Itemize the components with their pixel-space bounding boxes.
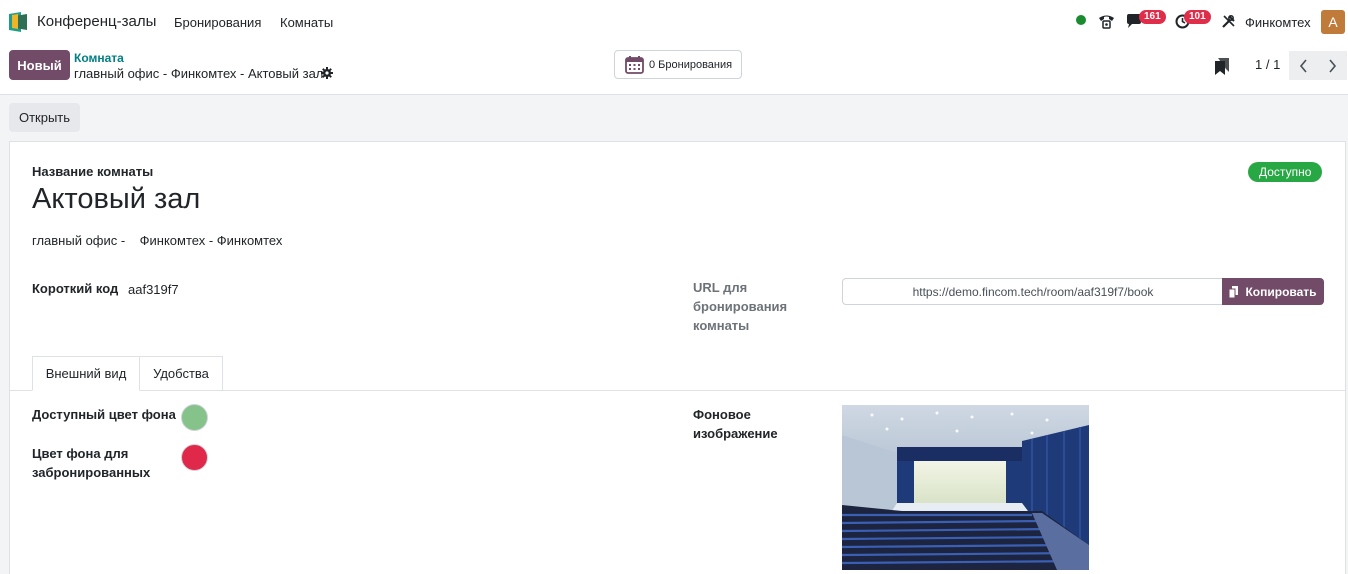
booking-url-label-line: комнаты [693, 318, 750, 333]
bookings-smart-button[interactable]: 0 Бронирования [614, 50, 742, 79]
booked-color-label: Цвет фона для забронированных [32, 444, 150, 482]
tools-icon[interactable] [1221, 14, 1236, 29]
pager-previous-button[interactable] [1289, 51, 1318, 80]
background-image-label-line: изображение [693, 426, 778, 441]
app-logo-icon[interactable] [9, 12, 27, 32]
room-name-label: Название комнаты [32, 164, 154, 179]
short-code-field[interactable]: aaf319f7 [128, 282, 179, 297]
location-field[interactable]: главный офис - Финкомтех - Финкомтех [32, 233, 282, 248]
pager-value[interactable]: 1 / 1 [1255, 57, 1280, 72]
copy-icon [1229, 285, 1239, 298]
background-image[interactable] [842, 405, 1089, 570]
breadcrumb-current: главный офис - Финкомтех - Актовый зал [74, 66, 324, 81]
form-action-bar: Открыть [0, 95, 1348, 141]
chat-badge: 161 [1139, 10, 1166, 24]
bookmark-icon[interactable] [1215, 58, 1229, 75]
booking-url-label-line: бронирования [693, 299, 788, 314]
new-button[interactable]: Новый [9, 50, 70, 80]
control-panel: Новый Комната главный офис - Финкомтех -… [0, 44, 1348, 95]
tab-amenities[interactable]: Удобства [139, 356, 223, 390]
copy-url-button[interactable]: Копировать [1222, 278, 1324, 305]
app-name[interactable]: Конференц-залы [37, 13, 156, 30]
booking-url-label-line: URL для [693, 280, 748, 295]
booking-url-field[interactable]: https://demo.fincom.tech/room/aaf319f7/b… [842, 278, 1223, 305]
company-switcher[interactable]: Финкомтех [1245, 15, 1311, 30]
available-color-picker[interactable] [181, 404, 208, 431]
tab-appearance[interactable]: Внешний вид [32, 356, 140, 391]
short-code-label: Короткий код [32, 281, 119, 296]
auditorium-image [842, 405, 1089, 570]
room-name-field[interactable]: Актовый зал [32, 183, 200, 216]
presence-status-dot[interactable] [1076, 15, 1086, 25]
copy-url-label: Копировать [1245, 284, 1317, 299]
calendar-icon [625, 56, 644, 74]
gear-icon[interactable] [321, 67, 333, 79]
tabs-divider [10, 390, 1346, 391]
booked-color-label-line: забронированных [32, 465, 151, 480]
booked-color-label-line: Цвет фона для [32, 446, 129, 461]
open-button[interactable]: Открыть [9, 103, 80, 132]
activity-badge: 101 [1184, 10, 1211, 24]
booking-url-label: URL для бронирования комнаты [693, 278, 787, 335]
user-avatar[interactable]: A [1321, 10, 1345, 34]
booked-color-picker[interactable] [181, 444, 208, 471]
menu-bookings[interactable]: Бронирования [174, 15, 261, 30]
pager-next-button[interactable] [1318, 51, 1347, 80]
breadcrumb-parent[interactable]: Комната [74, 51, 124, 65]
background-image-label: Фоновое изображение [693, 405, 778, 443]
available-color-label: Доступный цвет фона [32, 407, 176, 422]
phone-icon[interactable] [1098, 13, 1115, 29]
top-navbar: Конференц-залы Бронирования Комнаты 161 … [0, 0, 1348, 44]
menu-rooms[interactable]: Комнаты [280, 15, 333, 30]
chevron-left-icon [1299, 58, 1307, 73]
background-image-label-line: Фоновое [693, 407, 751, 422]
bookings-count-label: 0 Бронирования [649, 58, 733, 71]
status-badge[interactable]: Доступно [1248, 162, 1323, 182]
chevron-right-icon [1329, 58, 1337, 73]
